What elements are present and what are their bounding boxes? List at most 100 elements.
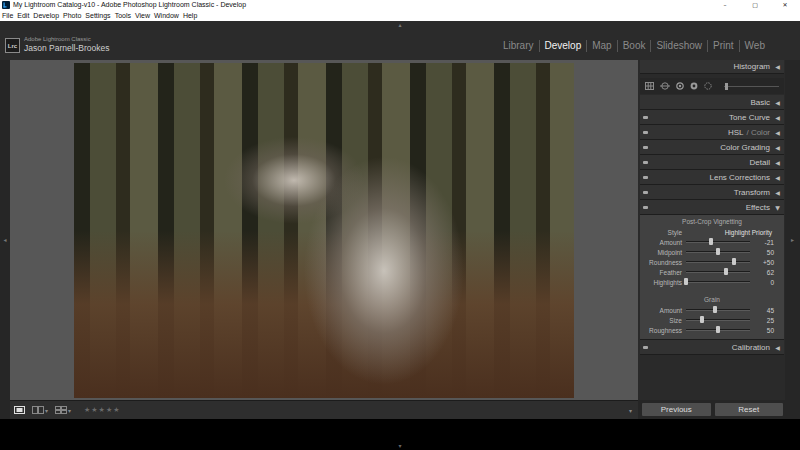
panel-header[interactable]: Color Grading◀ (640, 140, 784, 155)
panel-switch-icon[interactable] (643, 346, 648, 349)
panel-arrow[interactable]: ◀ (774, 99, 781, 106)
menu-item[interactable]: Settings (85, 10, 110, 21)
panel-arrow[interactable]: ◀ (774, 159, 781, 166)
histogram-header[interactable]: Histogram◀ (640, 60, 784, 74)
panel-header[interactable]: Basic◀ (640, 95, 784, 110)
slider-value[interactable]: 50 (754, 249, 784, 256)
view-mode-button[interactable]: ▾ (32, 406, 48, 414)
slider-value[interactable]: 0 (754, 279, 784, 286)
panel-arrow[interactable]: ◀ (774, 114, 781, 121)
panel-switch-icon[interactable] (643, 206, 648, 209)
menu-item[interactable]: View (135, 10, 150, 21)
slider-thumb[interactable] (709, 238, 713, 245)
module-tab[interactable]: Slideshow (650, 40, 707, 52)
window-control-button[interactable]: ▢ (740, 0, 770, 10)
slider-thumb[interactable] (716, 248, 720, 255)
toolbar-menu-caret[interactable]: ▾ (629, 407, 632, 414)
menu-item[interactable]: Edit (17, 10, 29, 21)
slider-value[interactable]: 45 (754, 307, 784, 314)
panel-button[interactable]: Previous (642, 403, 711, 416)
slider-track[interactable] (686, 319, 750, 321)
tool-slider[interactable] (724, 86, 779, 87)
bottom-panel-toggle[interactable]: ▾ (398, 442, 401, 449)
panel-header[interactable]: Lens Corrections◀ (640, 170, 784, 185)
menu-item[interactable]: Tools (115, 10, 131, 21)
rating-star[interactable]: ★ (84, 406, 90, 414)
panel-header[interactable]: HSL/ Color◀ (640, 125, 784, 140)
rating-star[interactable]: ★ (106, 406, 112, 414)
panel-switch-icon[interactable] (643, 116, 648, 119)
panel-switch-icon[interactable] (643, 161, 648, 164)
slider-track[interactable] (686, 329, 750, 331)
crop-icon[interactable] (660, 82, 670, 90)
star-rating[interactable]: ★★★★★ (84, 406, 119, 414)
panel-arrow[interactable]: ◀ (774, 174, 781, 181)
slider-value[interactable]: -21 (754, 239, 784, 246)
panel-header[interactable]: Effects▼ (640, 200, 784, 215)
module-tab[interactable]: Develop (539, 40, 587, 52)
slider-track[interactable] (686, 281, 750, 283)
red-eye-icon[interactable] (690, 82, 698, 90)
top-panel-toggle[interactable]: ▴ (398, 21, 401, 28)
menu-item[interactable]: Help (183, 10, 197, 21)
panel-switch-icon[interactable] (643, 176, 648, 179)
slider-value[interactable]: +50 (754, 259, 784, 266)
panel-arrow[interactable]: ◀ (774, 189, 781, 196)
module-tab[interactable]: Book (617, 40, 651, 52)
tool-slider-thumb[interactable] (725, 83, 728, 90)
slider-thumb[interactable] (732, 258, 736, 265)
panel-arrow[interactable]: ◀ (774, 63, 781, 70)
photo[interactable] (74, 63, 574, 398)
panel-arrow[interactable]: ▼ (774, 204, 781, 211)
panel-header[interactable]: Calibration◀ (640, 340, 784, 355)
slider-thumb[interactable] (716, 326, 720, 333)
panel-switch-icon[interactable] (643, 131, 648, 134)
window-control-button[interactable]: ✕ (770, 0, 800, 10)
slider-track[interactable] (686, 251, 750, 253)
rating-star[interactable]: ★ (91, 406, 97, 414)
window-control-button[interactable]: – (710, 0, 740, 10)
view-mode-caret[interactable]: ▾ (45, 407, 48, 414)
grid-icon[interactable] (645, 82, 654, 90)
menu-item[interactable]: File (2, 10, 13, 21)
panel-arrow[interactable]: ◀ (774, 344, 781, 351)
slider-value[interactable]: 62 (754, 269, 784, 276)
rating-star[interactable]: ★ (99, 406, 105, 414)
menu-item[interactable]: Develop (33, 10, 59, 21)
panel-label-secondary[interactable]: / Color (746, 128, 770, 137)
module-tab[interactable]: Map (586, 40, 616, 52)
healing-icon[interactable] (676, 82, 684, 90)
slider-thumb[interactable] (713, 306, 717, 313)
rating-star[interactable]: ★ (113, 406, 119, 414)
panel-switch-icon[interactable] (643, 146, 648, 149)
view-mode-caret[interactable]: ▾ (68, 407, 71, 414)
panel-switch-icon[interactable] (643, 191, 648, 194)
panel-header[interactable]: Tone Curve◀ (640, 110, 784, 125)
menu-item[interactable]: Photo (63, 10, 81, 21)
slider-track[interactable] (686, 271, 750, 273)
slider-thumb[interactable] (724, 268, 728, 275)
masking-icon[interactable] (704, 82, 712, 90)
right-panel-toggle[interactable]: ▸ (791, 236, 794, 243)
module-tab[interactable]: Print (707, 40, 739, 52)
slider-track[interactable] (686, 261, 750, 263)
style-dropdown[interactable]: Highlight Priority (686, 229, 784, 236)
left-panel-toggle[interactable]: ◂ (3, 236, 6, 243)
panel-arrow[interactable]: ◀ (774, 129, 781, 136)
slider-label: Size (640, 317, 682, 324)
panel-header[interactable]: Detail◀ (640, 155, 784, 170)
slider-thumb[interactable] (684, 278, 688, 285)
panel-header[interactable]: Transform◀ (640, 185, 784, 200)
panel-button[interactable]: Reset (715, 403, 784, 416)
view-mode-button[interactable] (14, 406, 25, 414)
slider-track[interactable] (686, 241, 750, 243)
module-tab[interactable]: Library (498, 40, 539, 52)
view-mode-button[interactable]: ▾ (55, 406, 71, 414)
panel-arrow[interactable]: ◀ (774, 144, 781, 151)
slider-value[interactable]: 50 (754, 327, 784, 334)
slider-thumb[interactable] (700, 316, 704, 323)
slider-value[interactable]: 25 (754, 317, 784, 324)
module-tab[interactable]: Web (739, 40, 770, 52)
menu-item[interactable]: Window (154, 10, 179, 21)
slider-track[interactable] (686, 309, 750, 311)
